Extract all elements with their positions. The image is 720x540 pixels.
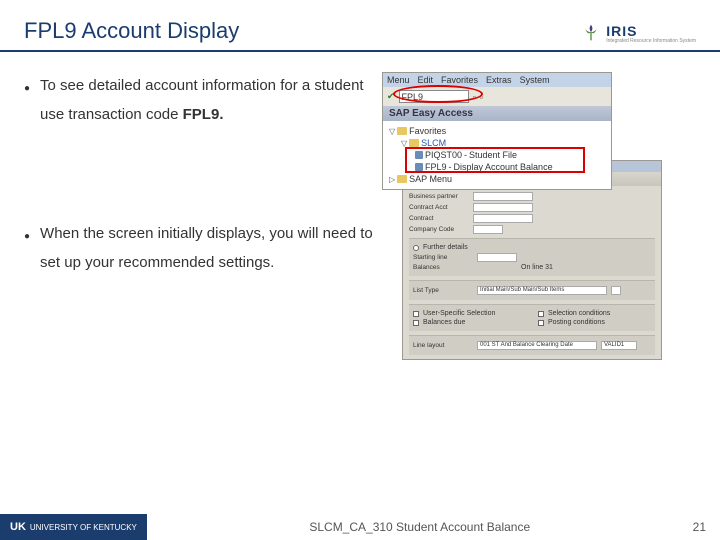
tree-sap-menu: SAP Menu bbox=[409, 174, 452, 184]
slide-footer: UK UNIVERSITY OF KENTUCKY SLCM_CA_310 St… bbox=[0, 514, 720, 540]
tree-favorites: Favorites bbox=[409, 126, 446, 136]
expand-icon: ▷ bbox=[389, 175, 395, 184]
input-cc[interactable] bbox=[473, 225, 503, 234]
label-sc: Selection conditions bbox=[548, 310, 610, 317]
checkbox-icon[interactable] bbox=[413, 311, 419, 317]
tree-code: PIQST00 bbox=[425, 150, 462, 160]
checkbox-icon[interactable] bbox=[413, 320, 419, 326]
bullet-1-bold: FPL9. bbox=[183, 106, 224, 123]
folder-icon bbox=[397, 127, 407, 135]
expand-icon: ▽ bbox=[401, 139, 407, 148]
label-ub: Balances due bbox=[423, 319, 465, 326]
iris-logo: IRIS Integrated Resource Information Sys… bbox=[580, 22, 696, 44]
radio-icon[interactable] bbox=[413, 245, 419, 251]
input-lt[interactable]: Initial Main/Sub Main/Sub Items bbox=[477, 286, 607, 295]
input-ct[interactable] bbox=[473, 214, 533, 223]
label-ot: On line 31 bbox=[521, 264, 553, 271]
checkbox-icon[interactable] bbox=[538, 320, 544, 326]
label-sk: Starting line bbox=[413, 254, 473, 261]
iris-logo-text: IRIS bbox=[606, 23, 696, 39]
label-fd: Further details bbox=[423, 244, 468, 251]
input-ls[interactable]: 001 ST And Balance Clearing Date bbox=[477, 341, 597, 350]
sap-nav-tree: ▽ Favorites ▽ SLCM PIQST00 - Student Fil… bbox=[383, 121, 611, 189]
label-bal: Balances bbox=[413, 264, 473, 271]
tcode-input[interactable]: FPL9 bbox=[399, 90, 469, 103]
sap-menubar: Menu Edit Favorites Extras System bbox=[383, 73, 611, 87]
label-cc: Company Code bbox=[409, 226, 469, 233]
label-lt: List Type bbox=[413, 287, 473, 294]
iris-flower-icon bbox=[580, 22, 602, 44]
label-bp: Business partner bbox=[409, 193, 469, 200]
label-ls: Line layout bbox=[413, 342, 473, 349]
expand-icon: ▽ bbox=[389, 127, 395, 136]
sap-window-title: SAP Easy Access bbox=[383, 106, 611, 121]
menu-item: Menu bbox=[387, 75, 410, 85]
slide-header: FPL9 Account Display IRIS Integrated Res… bbox=[0, 0, 720, 52]
page-number: 21 bbox=[693, 520, 720, 534]
bullet-2-text: When the screen initially displays, you … bbox=[40, 220, 384, 277]
uk-logo: UK UNIVERSITY OF KENTUCKY bbox=[0, 514, 147, 540]
tcode-icon bbox=[415, 151, 423, 159]
input-sk[interactable] bbox=[477, 253, 517, 262]
uk-mark: UK bbox=[10, 521, 26, 533]
folder-icon bbox=[397, 175, 407, 183]
input-lt2[interactable] bbox=[611, 286, 621, 295]
toolbar-icon: ▫ bbox=[473, 92, 476, 102]
sap-toolbar: ✔ FPL9 ▫ ▫ bbox=[383, 87, 611, 106]
tree-label: Display Account Balance bbox=[454, 162, 553, 172]
account-display-screenshot: Account Balance Edit Goto Settings Envir… bbox=[402, 160, 662, 360]
bullet-dot-icon: ● bbox=[24, 227, 30, 277]
input-va[interactable]: VALID1 bbox=[601, 341, 637, 350]
toolbar-icon: ▫ bbox=[480, 92, 483, 102]
label-us: User-Specific Selection bbox=[423, 310, 495, 317]
menu-item: System bbox=[520, 75, 550, 85]
ok-icon: ✔ bbox=[387, 91, 395, 102]
tree-label: Student File bbox=[469, 150, 517, 160]
menu-item: Edit bbox=[418, 75, 434, 85]
checkbox-icon[interactable] bbox=[538, 311, 544, 317]
menu-item: Favorites bbox=[441, 75, 478, 85]
slide-title: FPL9 Account Display bbox=[24, 18, 239, 44]
menu-item: Extras bbox=[486, 75, 512, 85]
input-ca[interactable] bbox=[473, 203, 533, 212]
folder-icon bbox=[409, 139, 419, 147]
label-pc: Posting conditions bbox=[548, 319, 605, 326]
label-ca: Contract Acct bbox=[409, 204, 469, 211]
bullet-2: ● When the screen initially displays, yo… bbox=[24, 220, 384, 277]
label-ct: Contract bbox=[409, 215, 469, 222]
tcode-icon bbox=[415, 163, 423, 171]
tree-slcm: SLCM bbox=[421, 138, 446, 148]
footer-course-title: SLCM_CA_310 Student Account Balance bbox=[147, 520, 693, 534]
uk-text: UNIVERSITY OF KENTUCKY bbox=[30, 523, 137, 532]
input-bp[interactable] bbox=[473, 192, 533, 201]
bullet-dot-icon: ● bbox=[24, 79, 30, 129]
sap-easy-access-screenshot: Menu Edit Favorites Extras System ✔ FPL9… bbox=[382, 72, 612, 190]
tree-code: FPL9 bbox=[425, 162, 447, 172]
bullet-1: ● To see detailed account information fo… bbox=[24, 72, 364, 129]
iris-logo-subtitle: Integrated Resource Information System bbox=[606, 39, 696, 44]
